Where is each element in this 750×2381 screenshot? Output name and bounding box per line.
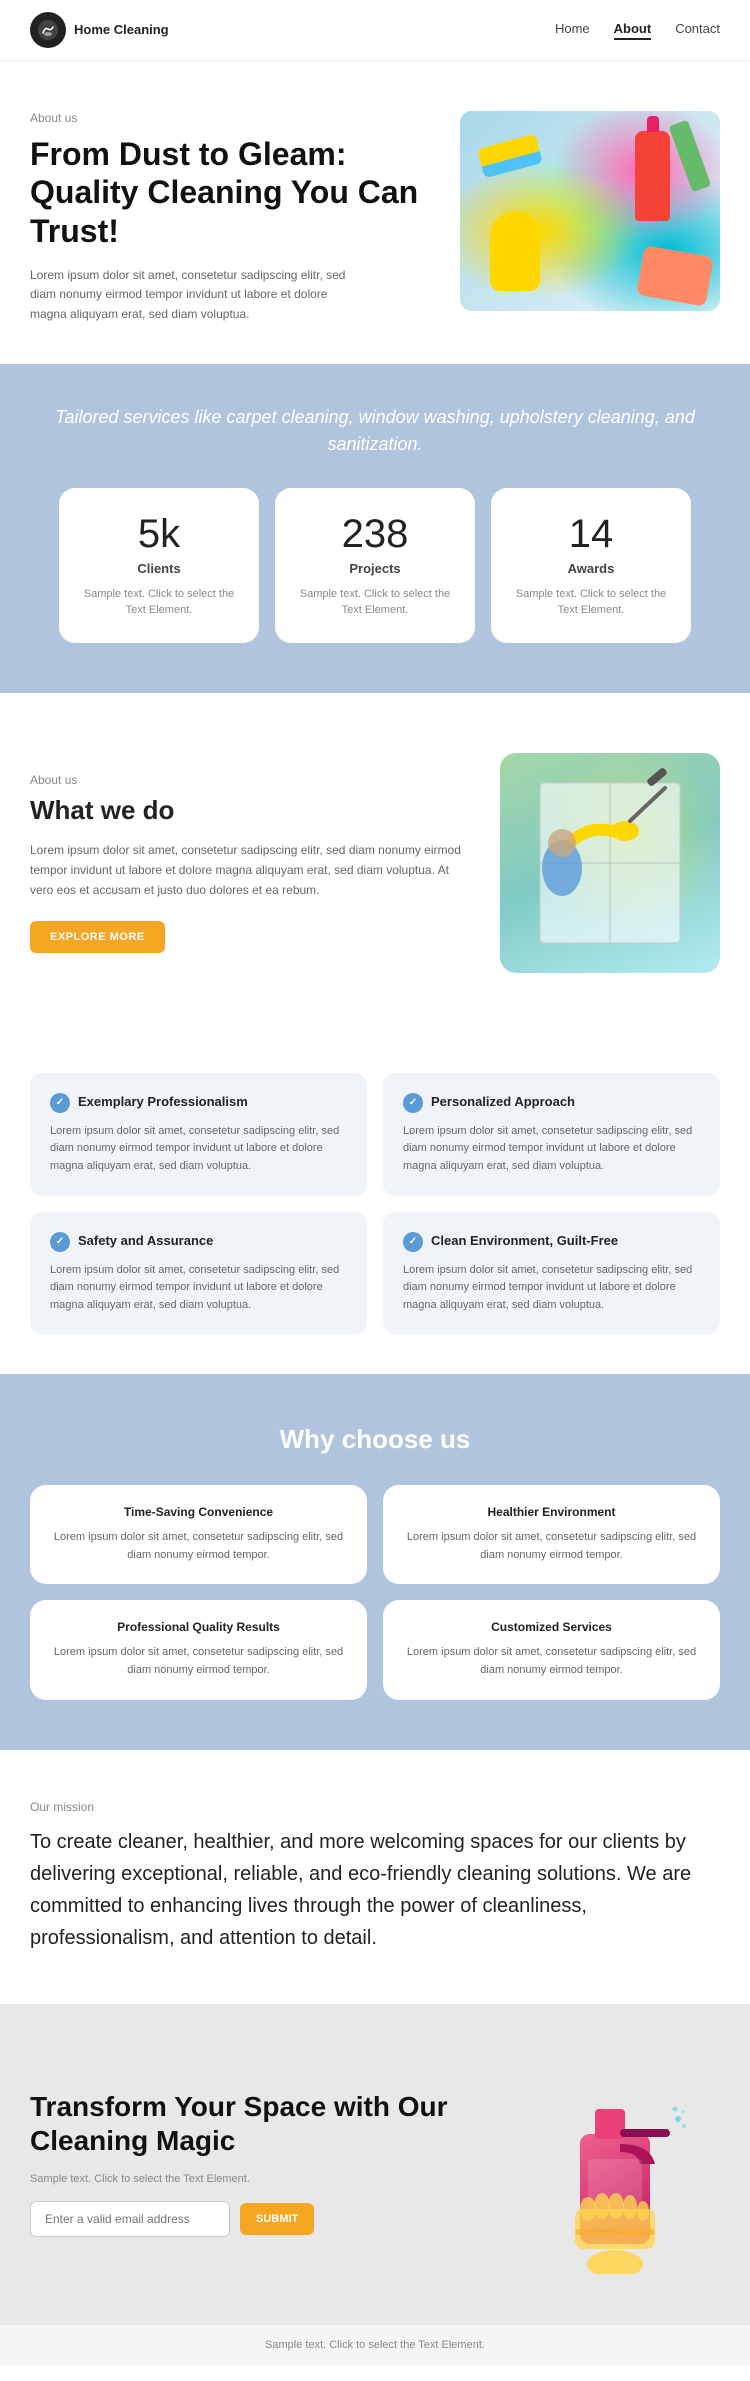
why-card-title-0: Time-Saving Convenience (50, 1505, 347, 1519)
why-section: Why choose us Time-Saving Convenience Lo… (0, 1374, 750, 1749)
header: Home Cleaning Home About Contact (0, 0, 750, 61)
feature-desc-0: Lorem ipsum dolor sit amet, consetetur s… (50, 1123, 347, 1176)
hero-title: From Dust to Gleam: Quality Cleaning You… (30, 135, 440, 250)
whatwedo-section: About us What we do Lorem ipsum dolor si… (0, 693, 750, 1033)
stat-number-clients: 5k (79, 512, 239, 557)
why-grid: Time-Saving Convenience Lorem ipsum dolo… (30, 1485, 720, 1699)
hero-image (460, 111, 720, 311)
brush-illustration (669, 120, 712, 193)
whatwedo-title: What we do (30, 795, 470, 826)
why-card-1: Healthier Environment Lorem ipsum dolor … (383, 1485, 720, 1584)
why-card-desc-2: Lorem ipsum dolor sit amet, consetetur s… (50, 1644, 347, 1679)
nav: Home About Contact (555, 21, 720, 40)
cleaning-svg (520, 763, 700, 963)
feature-title-0: Exemplary Professionalism (78, 1094, 248, 1111)
stat-card-awards: 14 Awards Sample text. Click to select t… (491, 488, 691, 643)
logo-text: Home Cleaning (74, 22, 169, 38)
feature-check-icon-0 (50, 1093, 70, 1113)
why-title: Why choose us (30, 1424, 720, 1455)
stat-desc-awards: Sample text. Click to select the Text El… (511, 586, 671, 619)
bottle-illustration (635, 131, 670, 221)
explore-more-button[interactable]: EXPLORE MORE (30, 921, 165, 953)
feature-card-0: Exemplary Professionalism Lorem ipsum do… (30, 1073, 367, 1196)
submit-button[interactable]: SUBMIT (240, 2203, 314, 2235)
why-card-title-2: Professional Quality Results (50, 1620, 347, 1634)
feature-header-3: Clean Environment, Guilt-Free (403, 1232, 700, 1252)
feature-title-1: Personalized Approach (431, 1094, 575, 1111)
stat-number-projects: 238 (295, 512, 455, 557)
stat-label-awards: Awards (511, 561, 671, 576)
stats-section: Tailored services like carpet cleaning, … (0, 364, 750, 693)
why-card-0: Time-Saving Convenience Lorem ipsum dolo… (30, 1485, 367, 1584)
why-card-desc-1: Lorem ipsum dolor sit amet, consetetur s… (403, 1529, 700, 1564)
stats-cards: 5k Clients Sample text. Click to select … (30, 488, 720, 643)
why-card-desc-3: Lorem ipsum dolor sit amet, consetetur s… (403, 1644, 700, 1679)
cta-section: Transform Your Space with Our Cleaning M… (0, 2004, 750, 2324)
why-card-title-3: Customized Services (403, 1620, 700, 1634)
stat-desc-projects: Sample text. Click to select the Text El… (295, 586, 455, 619)
hero-about-label: About us (30, 111, 440, 125)
cta-sample-text: Sample text. Click to select the Text El… (30, 2173, 480, 2185)
logo-area: Home Cleaning (30, 12, 169, 48)
feature-card-1: Personalized Approach Lorem ipsum dolor … (383, 1073, 720, 1196)
why-card-3: Customized Services Lorem ipsum dolor si… (383, 1600, 720, 1699)
nav-about[interactable]: About (614, 21, 652, 40)
email-input[interactable] (30, 2201, 230, 2237)
mission-label: Our mission (30, 1800, 720, 1814)
stat-label-clients: Clients (79, 561, 239, 576)
feature-header-0: Exemplary Professionalism (50, 1093, 347, 1113)
feature-desc-2: Lorem ipsum dolor sit amet, consetetur s… (50, 1262, 347, 1315)
feature-header-1: Personalized Approach (403, 1093, 700, 1113)
cta-image (500, 2054, 720, 2274)
cta-bottom-text: Sample text. Click to select the Text El… (0, 2324, 750, 2365)
stat-card-clients: 5k Clients Sample text. Click to select … (59, 488, 259, 643)
whatwedo-label: About us (30, 773, 470, 787)
features-grid: Exemplary Professionalism Lorem ipsum do… (30, 1073, 720, 1335)
whatwedo-content: About us What we do Lorem ipsum dolor si… (30, 773, 470, 953)
cta-form: SUBMIT (30, 2201, 480, 2237)
stats-tagline: Tailored services like carpet cleaning, … (30, 404, 720, 458)
nav-contact[interactable]: Contact (675, 21, 720, 40)
towel-illustration (636, 245, 714, 306)
cta-content: Transform Your Space with Our Cleaning M… (30, 2090, 480, 2237)
feature-header-2: Safety and Assurance (50, 1232, 347, 1252)
whatwedo-desc: Lorem ipsum dolor sit amet, consetetur s… (30, 840, 470, 901)
whatwedo-image (500, 753, 720, 973)
stat-card-projects: 238 Projects Sample text. Click to selec… (275, 488, 475, 643)
why-card-desc-0: Lorem ipsum dolor sit amet, consetetur s… (50, 1529, 347, 1564)
feature-card-2: Safety and Assurance Lorem ipsum dolor s… (30, 1212, 367, 1335)
hero-desc: Lorem ipsum dolor sit amet, consetetur s… (30, 266, 350, 324)
feature-desc-1: Lorem ipsum dolor sit amet, consetetur s… (403, 1123, 700, 1176)
logo-icon (30, 12, 66, 48)
cleaning-visual (500, 753, 720, 973)
feature-desc-3: Lorem ipsum dolor sit amet, consetetur s… (403, 1262, 700, 1315)
hero-section: About us From Dust to Gleam: Quality Cle… (0, 61, 750, 364)
feature-card-3: Clean Environment, Guilt-Free Lorem ipsu… (383, 1212, 720, 1335)
why-card-title-1: Healthier Environment (403, 1505, 700, 1519)
stat-label-projects: Projects (295, 561, 455, 576)
mission-text: To create cleaner, healthier, and more w… (30, 1826, 720, 1954)
nav-home[interactable]: Home (555, 21, 590, 40)
feature-check-icon-2 (50, 1232, 70, 1252)
features-section: Exemplary Professionalism Lorem ipsum do… (0, 1033, 750, 1375)
glove-illustration (490, 211, 540, 291)
stat-desc-clients: Sample text. Click to select the Text El… (79, 586, 239, 619)
feature-check-icon-1 (403, 1093, 423, 1113)
cta-spray-svg (520, 2054, 700, 2274)
sponge-illustration (477, 134, 543, 179)
stat-number-awards: 14 (511, 512, 671, 557)
cta-title: Transform Your Space with Our Cleaning M… (30, 2090, 480, 2157)
feature-title-3: Clean Environment, Guilt-Free (431, 1233, 618, 1250)
hero-image-bg (460, 111, 720, 311)
feature-check-icon-3 (403, 1232, 423, 1252)
mission-section: Our mission To create cleaner, healthier… (0, 1750, 750, 2004)
hero-content: About us From Dust to Gleam: Quality Cle… (30, 111, 440, 324)
feature-title-2: Safety and Assurance (78, 1233, 213, 1250)
why-card-2: Professional Quality Results Lorem ipsum… (30, 1600, 367, 1699)
